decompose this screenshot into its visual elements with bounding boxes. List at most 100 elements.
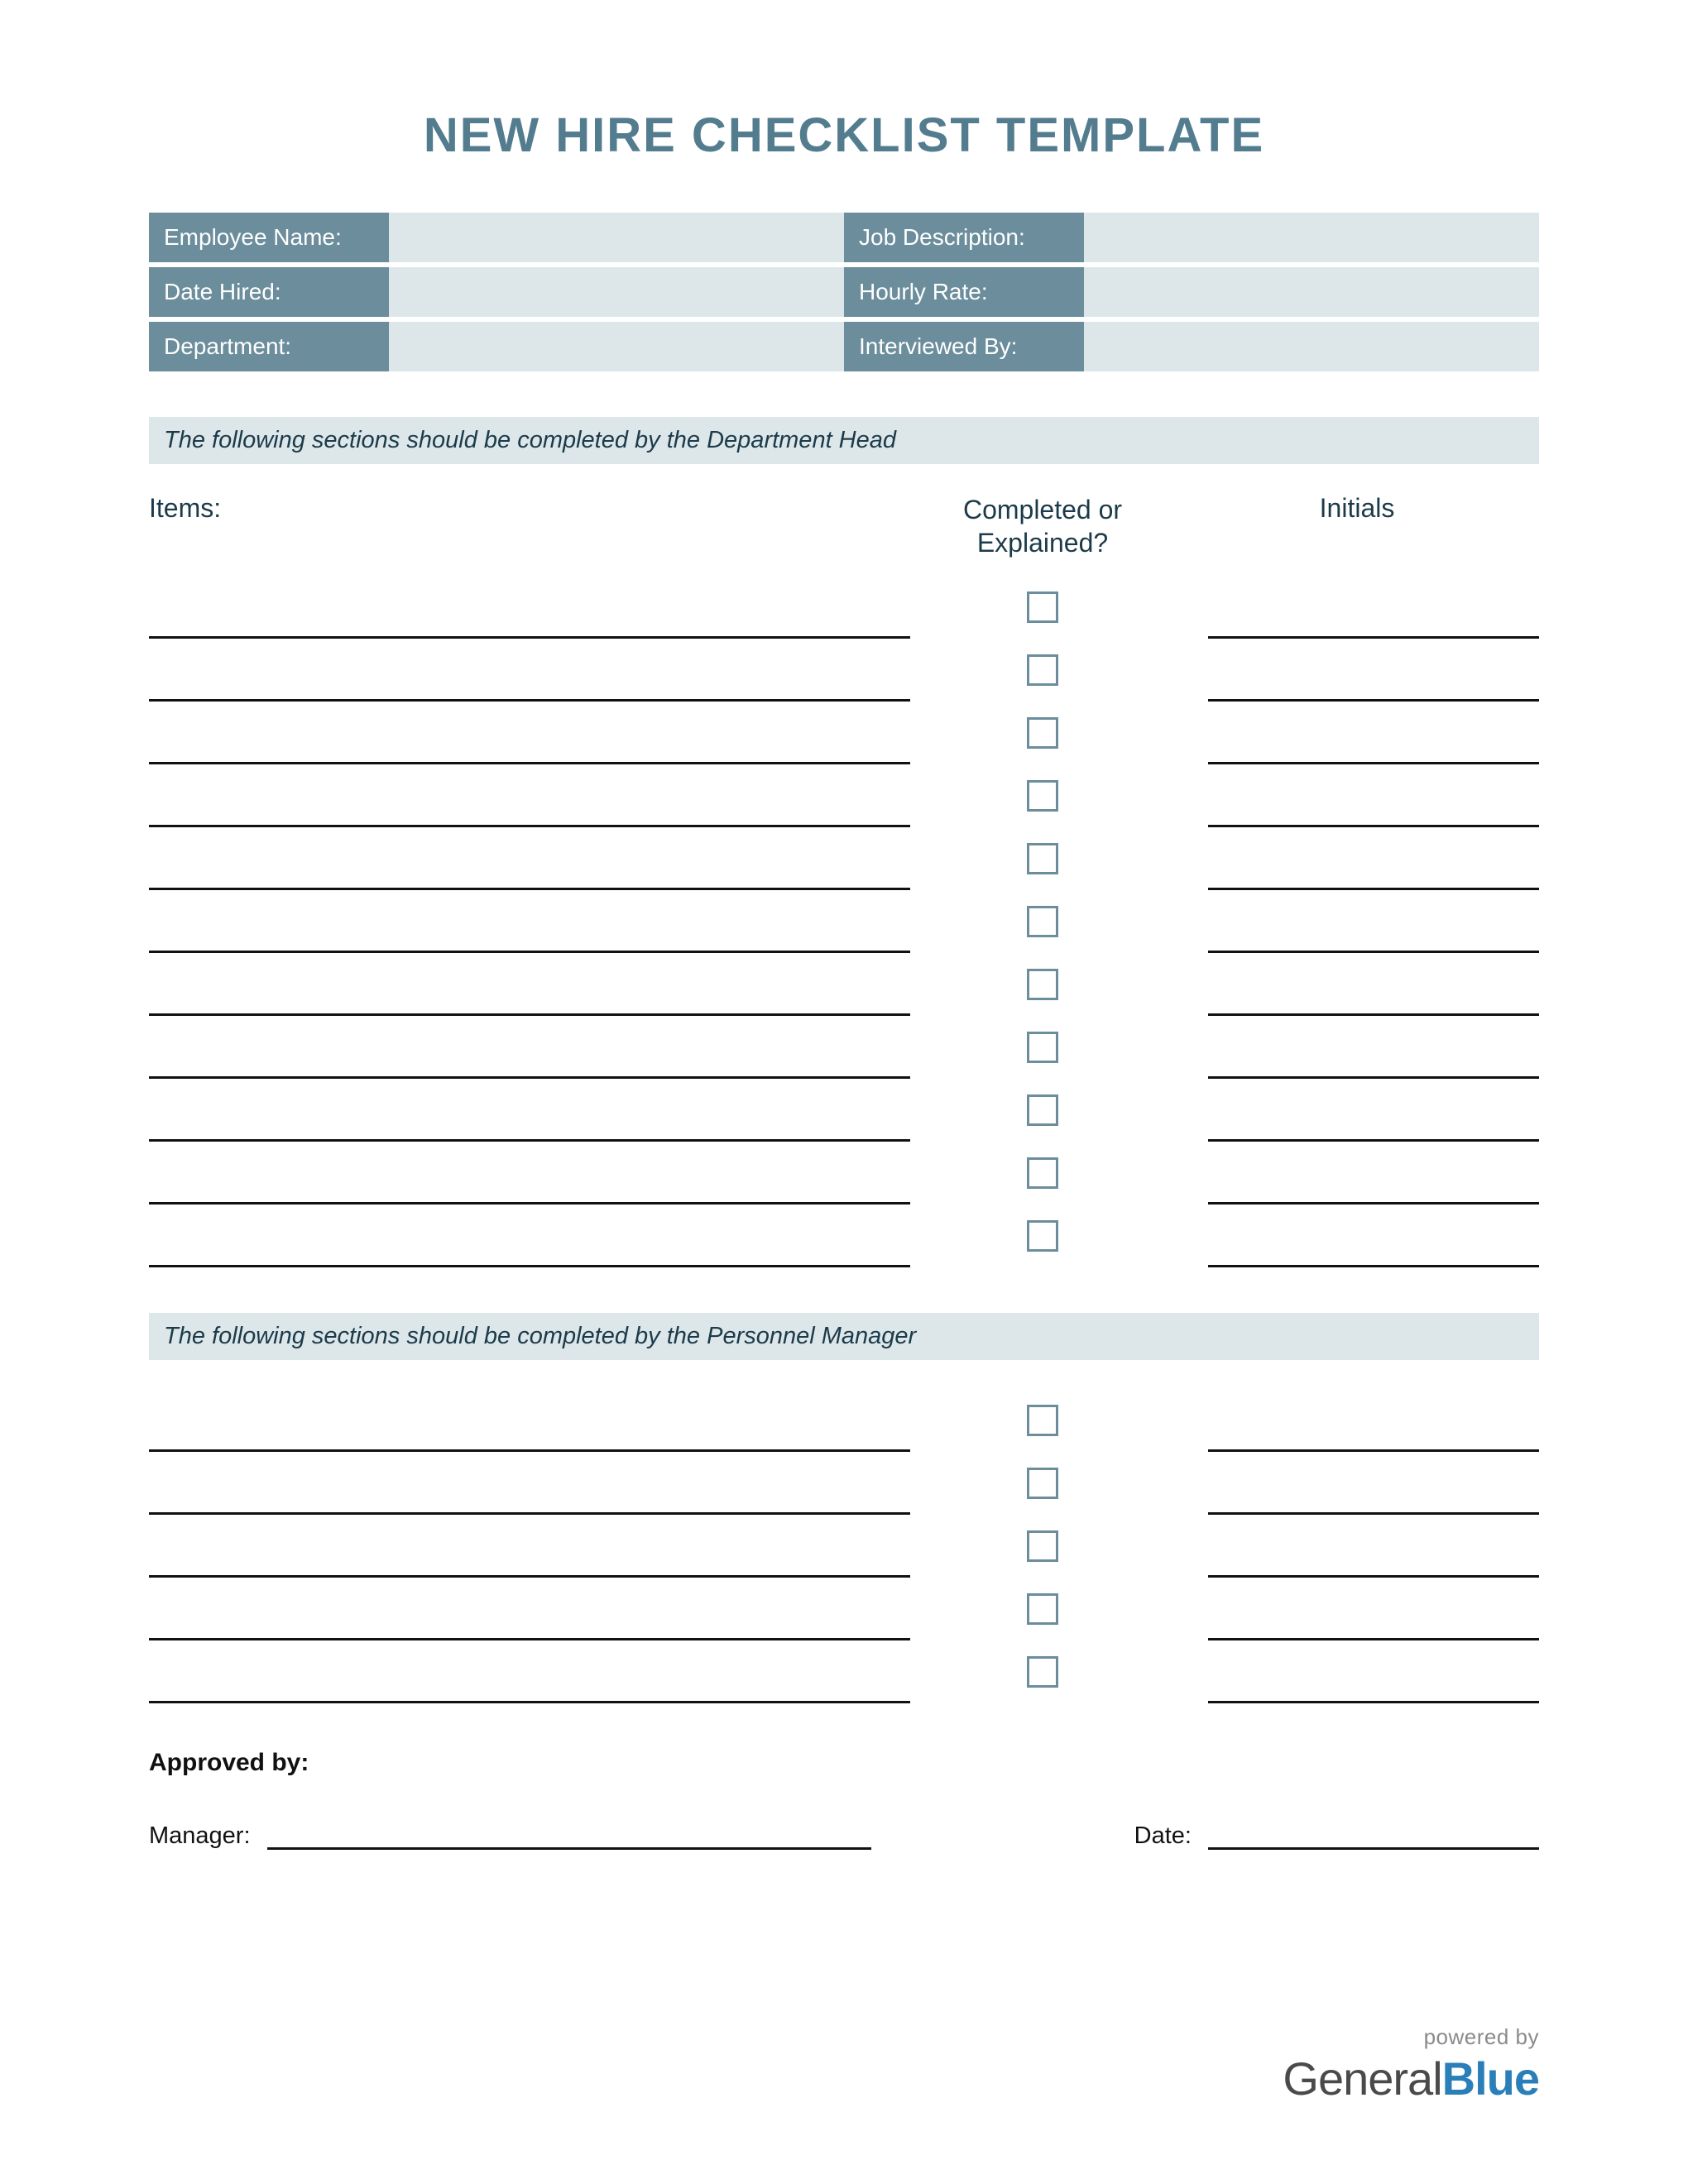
checkbox[interactable] (1027, 1405, 1058, 1436)
checkbox-wrap (910, 1142, 1175, 1205)
label-date-hired: Date Hired: (149, 267, 389, 317)
initials-line[interactable] (1208, 951, 1539, 953)
manager-label: Manager: (149, 1822, 251, 1850)
item-line[interactable] (149, 636, 910, 639)
initials-line[interactable] (1208, 888, 1539, 890)
checkbox[interactable] (1027, 780, 1058, 812)
brand-general: General (1283, 2052, 1441, 2105)
item-line[interactable] (149, 1449, 910, 1452)
checkbox-wrap (910, 1016, 1175, 1079)
checklist-row (149, 890, 1539, 953)
brand-name: GeneralBlue (1283, 2052, 1539, 2105)
initials-line[interactable] (1208, 1638, 1539, 1640)
checklist-row (149, 576, 1539, 639)
checkbox[interactable] (1027, 1468, 1058, 1499)
item-line[interactable] (149, 1265, 910, 1267)
initials-line[interactable] (1208, 1139, 1539, 1142)
initials-line[interactable] (1208, 1575, 1539, 1578)
checklist-row (149, 1578, 1539, 1640)
checkbox-wrap (910, 1452, 1175, 1515)
checkbox[interactable] (1027, 1530, 1058, 1562)
checklist-row (149, 1640, 1539, 1703)
checklist-row (149, 1016, 1539, 1079)
checkbox-wrap (910, 576, 1175, 639)
checkbox-wrap (910, 639, 1175, 702)
checkbox[interactable] (1027, 906, 1058, 937)
checkbox[interactable] (1027, 1656, 1058, 1688)
checkbox[interactable] (1027, 717, 1058, 749)
item-line[interactable] (149, 1076, 910, 1079)
item-line[interactable] (149, 951, 910, 953)
checkbox-wrap (910, 827, 1175, 890)
section-banner-personnel-mgr: The following sections should be complet… (149, 1313, 1539, 1360)
initials-line[interactable] (1208, 825, 1539, 827)
checkbox-wrap (910, 702, 1175, 764)
item-line[interactable] (149, 1512, 910, 1515)
checkbox-wrap (910, 1205, 1175, 1267)
date-label: Date: (1134, 1822, 1192, 1850)
checkbox[interactable] (1027, 843, 1058, 874)
header-cell-job-description: Job Description: (844, 213, 1539, 262)
label-employee-name: Employee Name: (149, 213, 389, 262)
item-line[interactable] (149, 1638, 910, 1640)
section-banner-dept-head: The following sections should be complet… (149, 417, 1539, 464)
initials-line[interactable] (1208, 1512, 1539, 1515)
item-line[interactable] (149, 1013, 910, 1016)
checkbox[interactable] (1027, 1593, 1058, 1625)
checkbox[interactable] (1027, 654, 1058, 686)
header-cell-department: Department: (149, 322, 844, 371)
item-line[interactable] (149, 888, 910, 890)
item-line[interactable] (149, 1701, 910, 1703)
checkbox-wrap (910, 1640, 1175, 1703)
item-line[interactable] (149, 762, 910, 764)
initials-line[interactable] (1208, 1202, 1539, 1205)
checkbox[interactable] (1027, 1094, 1058, 1126)
checkbox[interactable] (1027, 969, 1058, 1000)
input-department[interactable] (389, 322, 844, 371)
initials-line[interactable] (1208, 762, 1539, 764)
manager-signature-line[interactable] (267, 1847, 871, 1850)
label-job-description: Job Description: (844, 213, 1084, 262)
checklist-row (149, 1205, 1539, 1267)
checkbox-wrap (910, 890, 1175, 953)
checklist-row (149, 764, 1539, 827)
checklist-section-1 (149, 576, 1539, 1267)
initials-line[interactable] (1208, 1076, 1539, 1079)
signature-row: Manager: Date: (149, 1822, 1539, 1850)
input-job-description[interactable] (1084, 213, 1539, 262)
item-line[interactable] (149, 699, 910, 702)
footer-logo: powered by GeneralBlue (1283, 2024, 1539, 2105)
initials-line[interactable] (1208, 1449, 1539, 1452)
initials-line[interactable] (1208, 636, 1539, 639)
checkbox-wrap (910, 1389, 1175, 1452)
item-line[interactable] (149, 1575, 910, 1578)
columns-header: Items: Completed or Explained? Initials (149, 493, 1539, 559)
checklist-row (149, 1142, 1539, 1205)
checklist-row (149, 953, 1539, 1016)
label-department: Department: (149, 322, 389, 371)
header-cell-date-hired: Date Hired: (149, 267, 844, 317)
checkbox[interactable] (1027, 1032, 1058, 1063)
checkbox-wrap (910, 1515, 1175, 1578)
label-hourly-rate: Hourly Rate: (844, 267, 1084, 317)
input-interviewed-by[interactable] (1084, 322, 1539, 371)
input-employee-name[interactable] (389, 213, 844, 262)
column-header-completed: Completed or Explained? (910, 493, 1175, 559)
header-grid: Employee Name: Job Description: Date Hir… (149, 213, 1539, 371)
checkbox[interactable] (1027, 1157, 1058, 1189)
date-signature-line[interactable] (1208, 1847, 1539, 1850)
item-line[interactable] (149, 1202, 910, 1205)
checkbox[interactable] (1027, 592, 1058, 623)
header-cell-interviewed-by: Interviewed By: (844, 322, 1539, 371)
item-line[interactable] (149, 1139, 910, 1142)
initials-line[interactable] (1208, 1701, 1539, 1703)
checkbox[interactable] (1027, 1220, 1058, 1252)
input-date-hired[interactable] (389, 267, 844, 317)
checkbox-wrap (910, 1079, 1175, 1142)
checklist-row (149, 1079, 1539, 1142)
initials-line[interactable] (1208, 1013, 1539, 1016)
input-hourly-rate[interactable] (1084, 267, 1539, 317)
initials-line[interactable] (1208, 699, 1539, 702)
initials-line[interactable] (1208, 1265, 1539, 1267)
item-line[interactable] (149, 825, 910, 827)
